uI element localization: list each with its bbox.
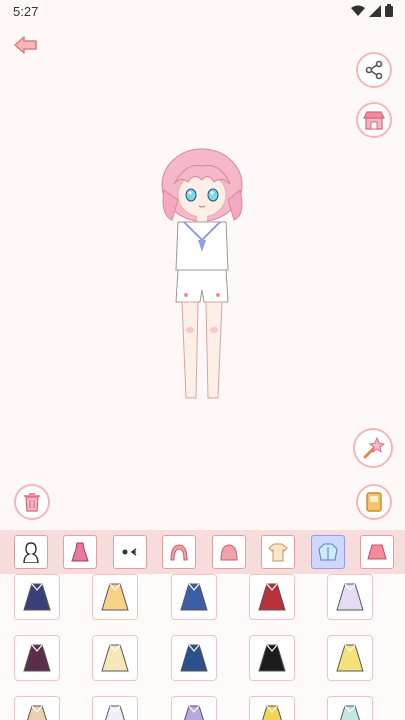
mint-outfit-icon — [340, 705, 360, 720]
body-silhouette-icon — [23, 542, 39, 563]
outfit-item[interactable] — [92, 696, 138, 720]
trash-icon — [24, 493, 40, 512]
status-bar: 5:27 — [0, 0, 405, 24]
navy-dress-icon — [23, 583, 51, 611]
item-grid — [0, 574, 405, 720]
tab-face[interactable] — [113, 535, 147, 569]
trash-button[interactable] — [14, 484, 50, 520]
character-preview — [150, 140, 260, 410]
outfit-item[interactable] — [14, 696, 60, 720]
hair-back-icon — [170, 544, 188, 561]
jacket-icon — [318, 543, 338, 561]
outfit-item[interactable] — [327, 574, 373, 620]
outfit-item[interactable] — [249, 574, 295, 620]
tab-jacket[interactable] — [311, 535, 345, 569]
tab-hair-front[interactable] — [212, 535, 246, 569]
outfit-item[interactable] — [327, 635, 373, 681]
cream-dress-icon — [101, 644, 129, 672]
skirt-icon — [367, 544, 387, 560]
tab-hair-back[interactable] — [162, 535, 196, 569]
outfit-item[interactable] — [14, 635, 60, 681]
shop-icon — [363, 111, 385, 130]
outfit-item[interactable] — [171, 635, 217, 681]
outfit-item[interactable] — [14, 574, 60, 620]
white-lace-dress-icon — [105, 705, 125, 720]
beige-coat-icon — [27, 705, 47, 720]
status-time: 5:27 — [13, 4, 39, 19]
outfit-item[interactable] — [92, 574, 138, 620]
outfit-item[interactable] — [249, 696, 295, 720]
purple-outfit-icon — [184, 705, 204, 720]
category-tab-bar — [0, 530, 405, 574]
wifi-icon — [351, 5, 365, 16]
battery-icon — [385, 4, 393, 17]
outfit-item[interactable] — [171, 696, 217, 720]
magic-wand-icon — [363, 436, 385, 459]
blue-armor-icon — [180, 583, 208, 611]
outfit-item[interactable] — [171, 574, 217, 620]
shop-button[interactable] — [356, 102, 392, 138]
save-card-icon — [366, 492, 382, 512]
yellow-dress-icon — [101, 583, 129, 611]
gold-outfit-icon — [262, 705, 282, 720]
back-button[interactable] — [12, 34, 40, 56]
dress-icon — [71, 542, 89, 562]
save-card-button[interactable] — [356, 484, 392, 520]
lavender-gown-icon — [336, 583, 364, 611]
random-outfit-button[interactable] — [353, 428, 393, 468]
dark-gothic-dress-icon — [23, 644, 51, 672]
blue-jacket-icon — [180, 644, 208, 672]
outfit-item[interactable] — [327, 696, 373, 720]
tab-skirt[interactable] — [360, 535, 394, 569]
outfit-item[interactable] — [249, 635, 295, 681]
face-expression-icon — [122, 548, 137, 556]
tab-shirt[interactable] — [261, 535, 295, 569]
hair-front-icon — [220, 544, 238, 561]
share-button[interactable] — [356, 52, 392, 88]
signal-icon — [369, 4, 381, 17]
share-icon — [365, 60, 383, 80]
shirt-icon — [268, 543, 288, 562]
yellow-bunny-outfit-icon — [336, 644, 364, 672]
outfit-item[interactable] — [92, 635, 138, 681]
character-figure — [161, 148, 243, 399]
tab-dress[interactable] — [63, 535, 97, 569]
tab-body[interactable] — [14, 535, 48, 569]
red-robe-icon — [258, 583, 286, 611]
back-arrow-icon — [14, 36, 37, 54]
black-red-hoodie-icon — [258, 644, 286, 672]
status-icons — [351, 4, 393, 17]
